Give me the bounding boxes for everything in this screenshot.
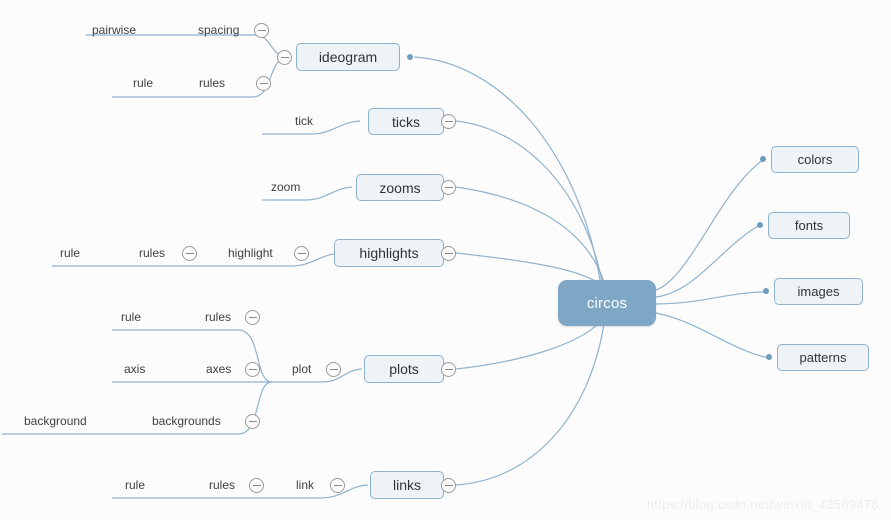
node-patterns-label: patterns — [799, 350, 847, 365]
label-highlights-rules[interactable]: rules — [139, 246, 165, 260]
label-highlights-rule[interactable]: rule — [60, 246, 80, 260]
wire-images — [655, 291, 767, 305]
minus-circle-icon-link[interactable] — [330, 478, 345, 493]
wire-zooms — [455, 186, 605, 283]
wire-ideogram-spacing-spine — [86, 34, 284, 58]
minus-circle-icon-ideogram-rules[interactable] — [256, 76, 271, 91]
label-links-rules[interactable]: rules — [209, 478, 235, 492]
label-ideogram-pairwise[interactable]: pairwise — [92, 23, 136, 37]
wire-links — [455, 323, 605, 486]
minus-circle-icon-zooms[interactable] — [441, 180, 456, 195]
wire-patterns — [655, 312, 770, 359]
minus-circle-icon-highlights[interactable] — [441, 246, 456, 261]
minus-circle-icon-links-rules[interactable] — [249, 478, 264, 493]
label-ticks-tick[interactable]: tick — [295, 114, 313, 128]
endpoint-dot-icon-colors — [760, 156, 766, 162]
node-images[interactable]: images — [774, 278, 863, 305]
label-plots-axes[interactable]: axes — [206, 362, 231, 376]
node-colors[interactable]: colors — [771, 146, 859, 173]
node-plots-label: plots — [389, 361, 419, 377]
label-plots-backgrounds[interactable]: backgrounds — [152, 414, 221, 428]
node-highlights-label: highlights — [359, 245, 419, 261]
endpoint-dot-icon-images — [763, 288, 769, 294]
minus-circle-icon-plots[interactable] — [441, 362, 456, 377]
label-plots-plot[interactable]: plot — [292, 362, 311, 376]
label-ideogram-rule[interactable]: rule — [133, 76, 153, 90]
watermark-text: https://blog.csdn.net/weixin_43569478 — [646, 497, 879, 512]
minus-circle-icon-links[interactable] — [441, 478, 456, 493]
root-node-circos[interactable]: circos — [558, 280, 656, 326]
minus-circle-icon-plots-axes[interactable] — [245, 362, 260, 377]
minus-circle-icon-plots-rules[interactable] — [245, 310, 260, 325]
wire-plots-plot — [272, 368, 363, 383]
node-plots[interactable]: plots — [364, 355, 444, 383]
node-zooms-label: zooms — [379, 179, 421, 196]
label-plots-rules[interactable]: rules — [205, 310, 231, 324]
root-node-label: circos — [586, 294, 628, 312]
node-links-label: links — [392, 477, 421, 493]
endpoint-dot-icon-patterns — [766, 354, 772, 360]
wire-plots — [455, 321, 601, 370]
node-ideogram[interactable]: ideogram — [296, 43, 400, 71]
minus-circle-icon-ticks[interactable] — [441, 114, 456, 129]
node-links[interactable]: links — [370, 471, 444, 499]
node-colors-label: colors — [797, 152, 833, 167]
label-plots-axis[interactable]: axis — [124, 362, 145, 376]
node-ideogram-label: ideogram — [318, 49, 378, 65]
label-zooms-zoom[interactable]: zoom — [271, 180, 300, 194]
label-ideogram-rules[interactable]: rules — [199, 76, 225, 90]
label-ideogram-spacing[interactable]: spacing — [198, 23, 239, 37]
label-highlights-highlight[interactable]: highlight — [228, 246, 273, 260]
label-links-link[interactable]: link — [296, 478, 314, 492]
minus-circle-icon-spacing[interactable] — [254, 23, 269, 38]
mindmap-canvas: circos colors fonts images patterns pair… — [0, 0, 891, 520]
node-images-label: images — [797, 284, 840, 299]
minus-circle-icon-ideogram[interactable] — [277, 50, 292, 65]
minus-circle-icon-highlight[interactable] — [294, 246, 309, 261]
minus-circle-icon-plots-backgrounds[interactable] — [245, 414, 260, 429]
node-ticks[interactable]: ticks — [368, 108, 444, 135]
endpoint-dot-icon-fonts — [757, 222, 763, 228]
node-fonts[interactable]: fonts — [768, 212, 850, 239]
label-plots-rule[interactable]: rule — [121, 310, 141, 324]
wire-fonts — [655, 224, 761, 298]
minus-circle-icon-plot[interactable] — [326, 362, 341, 377]
endpoint-dot-icon-ideogram — [407, 54, 413, 60]
wire-ticks — [455, 120, 603, 282]
label-links-rule[interactable]: rule — [125, 478, 145, 492]
node-ticks-label: ticks — [392, 113, 420, 130]
node-fonts-label: fonts — [794, 218, 824, 233]
minus-circle-icon-highlights-rules[interactable] — [182, 246, 197, 261]
label-plots-background[interactable]: background — [24, 414, 87, 428]
node-zooms[interactable]: zooms — [356, 174, 444, 201]
node-highlights[interactable]: highlights — [334, 239, 444, 267]
wire-colors — [655, 159, 764, 291]
node-patterns[interactable]: patterns — [777, 344, 869, 371]
